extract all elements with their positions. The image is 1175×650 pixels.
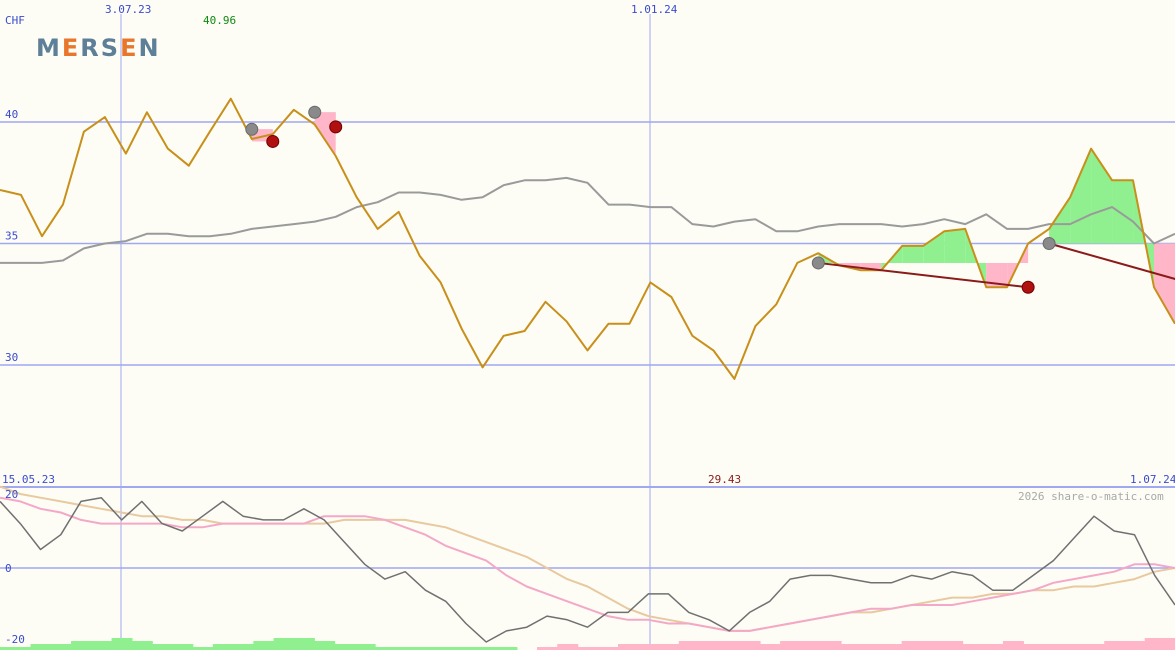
histogram-bar <box>739 641 761 650</box>
fill-segment <box>902 245 924 263</box>
histogram-bar <box>1104 641 1126 650</box>
watermark: 2026 share-o-matic.com <box>1018 490 1164 503</box>
histogram-bar <box>942 641 964 650</box>
fill-segment <box>1070 148 1092 244</box>
histogram-bar <box>719 641 741 650</box>
series-lines <box>0 97 1175 643</box>
y-tick-35: 35 <box>5 230 18 243</box>
fill-segment <box>1112 180 1134 244</box>
histogram-bar <box>1124 641 1146 650</box>
histogram-bar <box>820 641 842 650</box>
histogram-bar <box>1063 644 1085 650</box>
period-high-label: 40.96 <box>203 14 236 27</box>
logo-letter: E <box>120 34 139 62</box>
histogram-bar <box>131 641 153 650</box>
histogram-bar <box>881 644 903 650</box>
histogram-bar <box>840 644 862 650</box>
fill-segment <box>1049 197 1071 244</box>
histogram-bar <box>901 641 923 650</box>
chart-canvas: CHF 3.07.23 40.96 1.01.24 29.43 15.05.23… <box>0 3 1175 650</box>
exit-marker <box>266 134 280 148</box>
signal-line <box>0 496 1175 632</box>
logo-letter: R <box>80 34 101 62</box>
logo-letter: N <box>138 34 161 62</box>
osc-tick--20: -20 <box>5 633 25 646</box>
histogram-bar <box>1043 644 1065 650</box>
logo-letter: S <box>100 34 121 62</box>
histogram-bar <box>618 644 640 650</box>
y-tick-40: 40 <box>5 108 18 121</box>
fill-segment <box>1154 243 1175 324</box>
histogram-bar <box>800 641 822 650</box>
histogram-bar <box>354 644 376 650</box>
logo-letter: E <box>61 34 81 62</box>
osc-tick-0: 0 <box>5 562 12 575</box>
histogram-bar <box>759 644 781 650</box>
histogram-bar <box>1002 641 1024 650</box>
histogram-bar <box>678 641 700 650</box>
currency-label: CHF <box>5 14 25 27</box>
y-tick-30: 30 <box>5 351 18 364</box>
fill-segment <box>944 228 966 263</box>
gain-loss-fills <box>0 112 1175 650</box>
fill-segment <box>923 231 945 263</box>
histogram-bar <box>152 644 174 650</box>
grid <box>0 14 1175 650</box>
histogram-bar <box>1023 644 1045 650</box>
price-line <box>0 97 1175 380</box>
axis-labels: CHF 3.07.23 40.96 1.01.24 29.43 15.05.23… <box>2 3 1175 646</box>
date-label-start: 15.05.23 <box>2 473 55 486</box>
histogram-bar <box>50 644 72 650</box>
date-label-jul23: 3.07.23 <box>105 3 151 16</box>
exit-marker <box>1021 280 1035 294</box>
mersen-logo: MERSEN <box>36 34 161 62</box>
histogram-bar <box>30 644 52 650</box>
histogram-bar <box>982 644 1004 650</box>
histogram-bar <box>212 644 234 650</box>
histogram-bar <box>557 644 579 650</box>
entry-marker <box>1042 237 1056 250</box>
entry-marker <box>811 256 825 270</box>
histogram-bar <box>921 641 943 650</box>
histogram-bar <box>638 644 660 650</box>
osc-tick-20: 20 <box>5 488 18 501</box>
histogram-bar <box>233 644 255 650</box>
exit-marker <box>329 120 343 134</box>
histogram-bar <box>1165 638 1175 650</box>
date-label-jan24: 1.01.24 <box>631 3 678 16</box>
histogram-bar <box>1083 644 1105 650</box>
date-label-end: 1.07.24 <box>1130 473 1175 486</box>
histogram-bar <box>1144 638 1166 650</box>
entry-marker <box>308 105 322 119</box>
period-low-label: 29.43 <box>708 473 741 486</box>
histogram-bar <box>314 641 336 650</box>
histogram-bar <box>172 644 194 650</box>
histogram-bar <box>699 641 721 650</box>
histogram-bar <box>111 638 133 650</box>
histogram-bar <box>91 641 113 650</box>
histogram-bar <box>658 644 680 650</box>
histogram-bar <box>861 644 883 650</box>
entry-marker <box>245 122 259 136</box>
logo-letter: M <box>36 34 62 62</box>
histogram-bar <box>273 638 295 650</box>
histogram-bar <box>334 644 356 650</box>
histogram-bar <box>71 641 93 650</box>
histogram-bar <box>962 644 984 650</box>
histogram-bar <box>293 638 315 650</box>
histogram-bar <box>253 641 275 650</box>
moving-average-line <box>0 176 1175 264</box>
histogram-bar <box>780 641 802 650</box>
